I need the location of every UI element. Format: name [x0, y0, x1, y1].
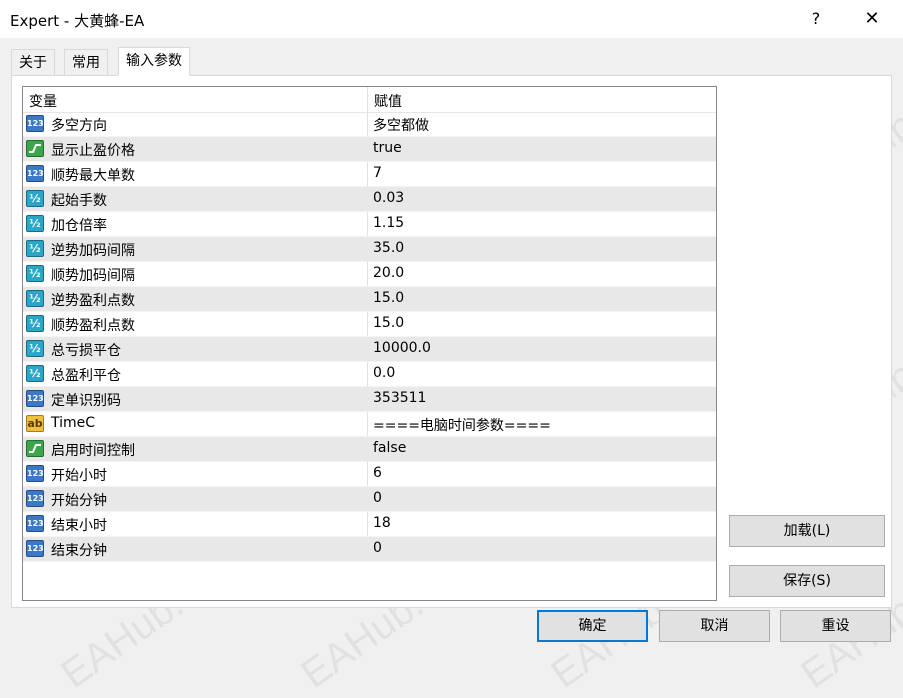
parameter-name: 逆势盈利点数: [51, 293, 135, 309]
parameter-value[interactable]: 0.0: [373, 365, 395, 381]
parameter-name: 加仓倍率: [51, 218, 107, 234]
bool-icon: [26, 140, 44, 157]
parameter-value[interactable]: 353511: [373, 390, 426, 406]
table-row[interactable]: 123 定单识别码 353511: [23, 387, 716, 412]
parameter-value[interactable]: 0: [373, 540, 382, 556]
int-icon: 123: [26, 165, 44, 182]
parameter-value[interactable]: false: [373, 440, 406, 456]
parameter-value[interactable]: 20.0: [373, 265, 404, 281]
bool-icon: [26, 440, 44, 457]
table-row[interactable]: ½ 逆势加码间隔 35.0: [23, 237, 716, 262]
column-header-value[interactable]: 赋值: [374, 91, 402, 111]
parameter-name: 定单识别码: [51, 393, 121, 409]
parameter-name: 多空方向: [51, 118, 107, 134]
parameter-name: 启用时间控制: [51, 443, 135, 459]
tab-about[interactable]: 关于: [11, 49, 55, 76]
table-row[interactable]: ½ 总盈利平仓 0.0: [23, 362, 716, 387]
parameter-value[interactable]: 15.0: [373, 290, 404, 306]
double-icon: ½: [26, 240, 44, 257]
ok-button[interactable]: 确定: [537, 610, 648, 642]
parameter-name: 结束小时: [51, 518, 107, 534]
parameter-name: TimeC: [51, 415, 96, 431]
double-icon: ½: [26, 215, 44, 232]
int-icon: 123: [26, 490, 44, 507]
save-button[interactable]: 保存(S): [729, 565, 885, 597]
parameter-value[interactable]: ====电脑时间参数====: [373, 415, 551, 435]
table-row[interactable]: 123 开始分钟 0: [23, 487, 716, 512]
parameter-value[interactable]: 10000.0: [373, 340, 431, 356]
parameter-value[interactable]: 35.0: [373, 240, 404, 256]
help-button[interactable]: ?: [804, 6, 828, 32]
window-title: Expert - 大黄蜂-EA: [10, 12, 145, 30]
parameter-value[interactable]: 6: [373, 465, 382, 481]
parameter-value[interactable]: 1.15: [373, 215, 404, 231]
double-icon: ½: [26, 365, 44, 382]
int-icon: 123: [26, 540, 44, 557]
title-bar: Expert - 大黄蜂-EA ? ✕: [0, 0, 903, 38]
table-row[interactable]: 123 顺势最大单数 7: [23, 162, 716, 187]
parameter-value[interactable]: 0.03: [373, 190, 404, 206]
double-icon: ½: [26, 265, 44, 282]
table-row[interactable]: ½ 顺势加码间隔 20.0: [23, 262, 716, 287]
parameter-value[interactable]: 7: [373, 165, 382, 181]
parameter-name: 开始小时: [51, 468, 107, 484]
double-icon: ½: [26, 290, 44, 307]
int-icon: 123: [26, 390, 44, 407]
table-row[interactable]: ½ 顺势盈利点数 15.0: [23, 312, 716, 337]
parameter-name: 顺势盈利点数: [51, 318, 135, 334]
table-row[interactable]: ½ 起始手数 0.03: [23, 187, 716, 212]
table-row[interactable]: 显示止盈价格 true: [23, 137, 716, 162]
tab-common[interactable]: 常用: [64, 49, 108, 76]
parameter-name: 顺势加码间隔: [51, 268, 135, 284]
parameters-grid: 变量 赋值 123 多空方向 多空都做显示止盈价格 true 123 顺势最大单数 7 ½ 起始…: [22, 86, 717, 601]
table-row[interactable]: 123 开始小时 6: [23, 462, 716, 487]
int-icon: 123: [26, 465, 44, 482]
parameter-value[interactable]: 多空都做: [373, 115, 429, 135]
parameter-value[interactable]: 0: [373, 490, 382, 506]
parameter-name: 总亏损平仓: [51, 343, 121, 359]
int-icon: 123: [26, 115, 44, 132]
string-icon: ab: [26, 415, 44, 432]
cancel-button[interactable]: 取消: [659, 610, 770, 642]
int-icon: 123: [26, 515, 44, 532]
table-row[interactable]: 123 多空方向 多空都做: [23, 112, 716, 137]
tab-inputs[interactable]: 输入参数: [118, 47, 190, 76]
table-row[interactable]: 123 结束小时 18: [23, 512, 716, 537]
parameter-name: 开始分钟: [51, 493, 107, 509]
grid-header: 变量 赋值: [23, 87, 716, 113]
parameter-name: 顺势最大单数: [51, 168, 135, 184]
double-icon: ½: [26, 190, 44, 207]
parameter-name: 显示止盈价格: [51, 143, 135, 159]
double-icon: ½: [26, 340, 44, 357]
parameter-value[interactable]: 15.0: [373, 315, 404, 331]
parameter-value[interactable]: 18: [373, 515, 391, 531]
table-row[interactable]: ½ 逆势盈利点数 15.0: [23, 287, 716, 312]
parameter-name: 总盈利平仓: [51, 368, 121, 384]
reset-button[interactable]: 重设: [780, 610, 891, 642]
double-icon: ½: [26, 315, 44, 332]
parameter-name: 结束分钟: [51, 543, 107, 559]
column-header-variable[interactable]: 变量: [29, 91, 57, 111]
parameter-name: 逆势加码间隔: [51, 243, 135, 259]
table-row[interactable]: ½ 加仓倍率 1.15: [23, 212, 716, 237]
table-row[interactable]: ½ 总亏损平仓 10000.0: [23, 337, 716, 362]
table-row[interactable]: 启用时间控制 false: [23, 437, 716, 462]
parameter-value[interactable]: true: [373, 140, 402, 156]
close-icon[interactable]: ✕: [858, 6, 886, 32]
parameter-name: 起始手数: [51, 193, 107, 209]
load-button[interactable]: 加载(L): [729, 515, 885, 547]
table-row[interactable]: 123 结束分钟 0: [23, 537, 716, 562]
table-row[interactable]: ab TimeC ====电脑时间参数====: [23, 412, 716, 437]
